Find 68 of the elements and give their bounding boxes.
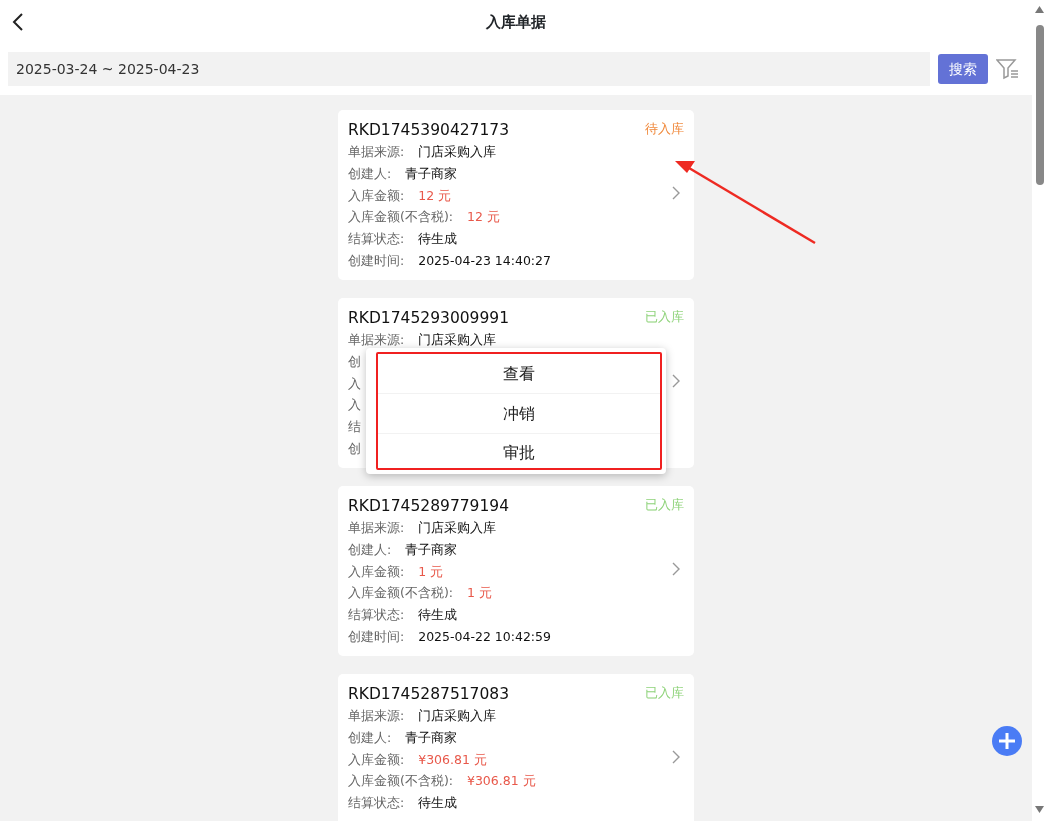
field-label: 创建时间:	[348, 629, 405, 644]
field-label: 结算状态:	[348, 795, 405, 811]
back-icon[interactable]	[12, 12, 24, 32]
field-label: 入库金额(不含税):	[348, 773, 453, 789]
field-label: 创建时间:	[348, 253, 405, 268]
field-value: 待生成	[418, 795, 458, 811]
page-title: 入库单据	[486, 11, 546, 33]
field-label: 单据来源:	[348, 708, 405, 723]
field-label: 单据来源:	[348, 332, 405, 347]
field-label: 入库金额(不含税):	[348, 585, 453, 601]
amount-value: ¥306.81 元	[466, 773, 536, 789]
field-label: 入	[348, 397, 361, 413]
field-label: 结	[348, 419, 361, 435]
scroll-up-icon[interactable]	[1035, 6, 1044, 13]
order-number: RKD1745293009991	[348, 308, 510, 329]
field-label: 创建人:	[348, 729, 392, 745]
field-label: 创建人:	[348, 541, 392, 557]
amount-value: 1 元	[466, 585, 492, 601]
menu-item[interactable]: 审批	[378, 434, 660, 468]
field-label: 入	[348, 375, 361, 391]
date-range-field[interactable]: 2025-03-24 ~ 2025-04-23	[8, 52, 930, 86]
field-value: 2025-04-23 14:40:27	[418, 253, 551, 268]
order-card[interactable]: RKD1745390427173 待入库 单据来源: 门店采购入库 创建人: 青子商家 入库金额: 12 元 入库金额(不含税): 12 元 结算状态: 待生成 创建时间: 2025-04-23 14:40:27	[338, 110, 694, 280]
field-value: 青子商家	[405, 729, 458, 745]
filter-icon[interactable]	[996, 58, 1020, 80]
menu-item[interactable]: 冲销	[378, 394, 660, 434]
order-number: RKD1745287517083	[348, 684, 510, 705]
order-card[interactable]: RKD1745289779194 已入库 单据来源: 门店采购入库 创建人: 青子商家 入库金额: 1 元 入库金额(不含税): 1 元 结算状态: 待生成 创建时间: 2025-04-22 10:42:59	[338, 486, 694, 656]
field-label: 创	[348, 353, 361, 369]
order-number: RKD1745289779194	[348, 496, 510, 517]
field-value: 门店采购入库	[418, 708, 497, 723]
field-label: 入库金额:	[348, 187, 405, 203]
status-label: 已入库	[645, 308, 684, 326]
field-label: 入库金额(不含税):	[348, 209, 453, 225]
amount-value: 12 元	[466, 209, 500, 225]
chevron-right-icon	[672, 374, 680, 388]
chevron-right-icon	[672, 562, 680, 576]
field-value: 待生成	[418, 231, 458, 247]
field-value: 2025-04-22 10:42:59	[418, 629, 551, 644]
search-button[interactable]: 搜索	[938, 54, 988, 84]
field-label: 单据来源:	[348, 520, 405, 535]
field-value: 青子商家	[405, 165, 458, 181]
chevron-right-icon	[672, 750, 680, 764]
field-value: 门店采购入库	[418, 332, 497, 347]
amount-value: 12 元	[418, 187, 452, 203]
field-value: 待生成	[418, 607, 458, 623]
field-label: 结算状态:	[348, 231, 405, 247]
scroll-down-icon[interactable]	[1035, 806, 1044, 813]
plus-icon	[999, 733, 1015, 749]
field-label: 入库金额:	[348, 751, 405, 767]
field-label: 入库金额:	[348, 563, 405, 579]
status-label: 待入库	[645, 120, 684, 138]
field-value: 青子商家	[405, 541, 458, 557]
status-label: 已入库	[645, 684, 684, 702]
field-label: 结算状态:	[348, 607, 405, 623]
field-value: 门店采购入库	[418, 144, 497, 159]
chevron-right-icon	[672, 186, 680, 200]
amount-value: ¥306.81 元	[418, 751, 487, 767]
field-label: 创建人:	[348, 165, 392, 181]
amount-value: 1 元	[418, 563, 444, 579]
order-number: RKD1745390427173	[348, 120, 510, 141]
status-label: 已入库	[645, 496, 684, 514]
menu-item[interactable]: 查看	[378, 354, 660, 394]
field-label: 单据来源:	[348, 144, 405, 159]
field-label: 创	[348, 441, 361, 456]
scroll-thumb[interactable]	[1036, 25, 1044, 185]
field-value: 门店采购入库	[418, 520, 497, 535]
order-card[interactable]: RKD1745287517083 已入库 单据来源: 门店采购入库 创建人: 青子商家 入库金额: ¥306.81 元 入库金额(不含税): ¥306.81 元 结算状态: 待生成	[338, 674, 694, 821]
